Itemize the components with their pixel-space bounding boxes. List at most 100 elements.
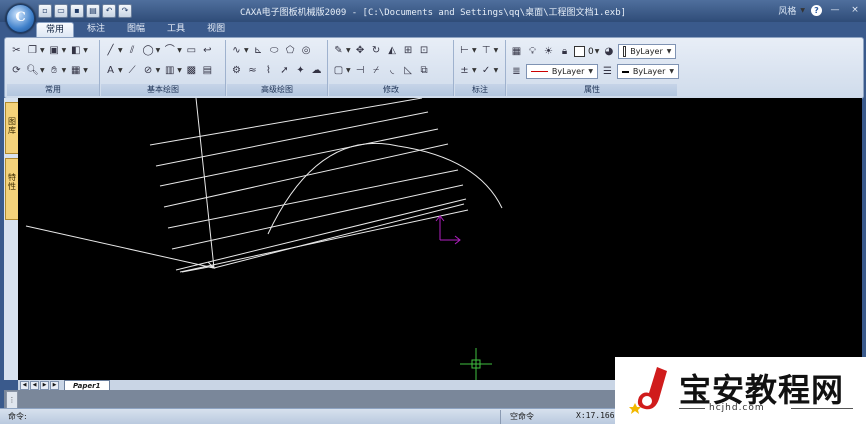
circle-icon[interactable]: ◯ (142, 44, 155, 57)
mirror-icon[interactable]: ◭ (386, 44, 399, 57)
side-tab-library[interactable]: 图库 (5, 102, 19, 154)
point-icon[interactable]: ✦ (294, 64, 307, 77)
app-menu-button[interactable]: C (6, 4, 35, 33)
first-sheet-button[interactable]: ◀ (20, 381, 29, 390)
watermark-rule-left (679, 408, 705, 409)
group-label-properties: 属性 (507, 84, 677, 96)
parallel-icon[interactable]: ⫽ (126, 44, 139, 57)
move-icon[interactable]: ✥ (354, 44, 367, 57)
hatch-icon[interactable]: ⊘ (142, 64, 155, 77)
tab-annotate[interactable]: 标注 (78, 22, 114, 37)
gear-icon[interactable]: ⚙︎ (230, 64, 243, 77)
tab-tools[interactable]: 工具 (158, 22, 194, 37)
linetype-icon[interactable]: ≣ (510, 65, 523, 78)
arc-icon[interactable]: ⌒ (163, 44, 176, 57)
centerline-icon[interactable]: ⟋ (126, 64, 139, 77)
cut-icon[interactable]: ✂ (10, 44, 23, 57)
block-icon[interactable]: ▥ (163, 64, 176, 77)
hatch-line (171, 184, 464, 250)
help-icon[interactable]: ? (811, 4, 822, 16)
table-icon[interactable]: ▤ (201, 64, 214, 77)
group-common: ✂ ❐ ▼ ▣ ▼ ◧ ▼ ⟳ 🔍︎ ▼ ✋︎ ▼ ▦ ▼ 常用 (7, 40, 100, 96)
watermark-url: hcjhd.com (709, 403, 765, 413)
tab-view[interactable]: 视图 (198, 22, 234, 37)
zoom-icon[interactable]: 🔍︎ (26, 64, 39, 77)
style-menu[interactable]: 风格 (778, 4, 796, 17)
text-icon[interactable]: A (104, 64, 117, 77)
group-label-modify: 修改 (329, 84, 453, 96)
leader-icon[interactable]: ⊤ (480, 44, 493, 57)
scale-icon[interactable]: ⊡ (418, 44, 431, 57)
break-icon[interactable]: ⌇ (262, 64, 275, 77)
properties-icon[interactable]: ▦ (69, 64, 82, 77)
line-icon[interactable]: ╱ (104, 44, 117, 57)
tab-sheet[interactable]: 图幅 (118, 22, 154, 37)
drawing-canvas[interactable] (18, 98, 862, 380)
pan-icon[interactable]: ✋︎ (48, 64, 61, 77)
group-modify: ✎ ▼ ✥ ↻ ◭ ⊞ ⊡ ▢ ▼ ⊣ ⌿ ◟ ◺ ⧉ 修改 (329, 40, 454, 96)
ring-icon[interactable]: ◎ (300, 44, 313, 57)
last-sheet-button[interactable]: ▶ (50, 381, 59, 390)
array-icon[interactable]: ⊞ (402, 44, 415, 57)
ellipse-icon[interactable]: ⬭ (268, 44, 281, 57)
vertical-line (195, 98, 215, 269)
command-prompt[interactable]: 命令: (8, 411, 27, 422)
status-divider (500, 410, 501, 424)
close-button[interactable]: × (848, 3, 862, 17)
linear-dimension-icon[interactable]: ⊢ (458, 44, 471, 57)
color-combo[interactable]: ByLayer ▼ (618, 44, 677, 59)
hatch-line (167, 169, 459, 229)
spline-icon[interactable]: ∿ (230, 44, 243, 57)
paste-icon[interactable]: ▣ (48, 44, 61, 57)
window-title: CAXA电子图板机械版2009 - [C:\Documents and Sett… (239, 8, 627, 18)
cloud-icon[interactable]: ☁︎ (310, 64, 323, 77)
lineweight-icon[interactable]: ☰ (601, 65, 614, 78)
erase-icon[interactable]: ✎ (332, 44, 345, 57)
lineweight-value: ByLayer (632, 67, 666, 76)
chevron-down-icon[interactable]: ▼ (800, 7, 805, 14)
tab-common[interactable]: 常用 (36, 22, 75, 38)
linetype-combo[interactable]: ByLayer ▼ (526, 64, 598, 79)
title-controls: 风格 ▼ ? — × (778, 3, 862, 17)
arrow-icon[interactable]: ➚ (278, 64, 291, 77)
color-wheel-icon[interactable]: ◕ (602, 45, 615, 58)
minimize-button[interactable]: — (828, 3, 842, 17)
ribbon-panel: ✂ ❐ ▼ ▣ ▼ ◧ ▼ ⟳ 🔍︎ ▼ ✋︎ ▼ ▦ ▼ 常用 ╱ ▼ ⫽ ◯ ▼ ⌒ ▼ ▭ … (4, 37, 864, 99)
prev-sheet-button[interactable]: ◀ (30, 381, 39, 390)
layer-manager-icon[interactable]: ▦ (510, 45, 523, 58)
polygon-icon[interactable]: ⬠ (284, 44, 297, 57)
chamfer-icon[interactable]: ◺ (402, 64, 415, 77)
sun-icon[interactable]: ☀︎ (542, 45, 555, 58)
chevron-down-icon: ▼ (588, 68, 593, 75)
clone-icon[interactable]: ◧ (69, 44, 82, 57)
roughness-icon[interactable]: ✓ (480, 64, 493, 77)
bulb-icon[interactable]: 💡︎ (526, 45, 539, 58)
color-swatch (623, 46, 627, 57)
trim-icon[interactable]: ▢ (332, 64, 345, 77)
image-icon[interactable]: ▩ (185, 64, 198, 77)
lock-icon[interactable]: 🔒︎ (558, 45, 571, 58)
ucs-icon (435, 215, 461, 245)
rectangle-icon[interactable]: ▭ (185, 44, 198, 57)
wave-icon[interactable]: ≈ (246, 64, 259, 77)
redraw-icon[interactable]: ⟳ (10, 64, 23, 77)
next-sheet-button[interactable]: ▶ (40, 381, 49, 390)
polyline-icon[interactable]: ↩ (201, 44, 214, 57)
lineweight-combo[interactable]: ByLayer ▼ (617, 64, 679, 79)
dimension-icon[interactable]: ⊾ (252, 44, 265, 57)
app-window: ▫ ▭ ▪ ▤ ↶ ↷ CAXA电子图板机械版2009 - [C:\Docume… (0, 0, 866, 424)
rotate-icon[interactable]: ↻ (370, 44, 383, 57)
watermark-logo (629, 367, 667, 414)
break-line-icon[interactable]: ⌿ (370, 64, 383, 77)
copy-icon[interactable]: ❐ (26, 44, 39, 57)
lineweight-preview (622, 70, 629, 73)
explode-icon[interactable]: ⧉ (418, 64, 431, 77)
command-grip[interactable]: ⋮ (6, 391, 18, 409)
extend-icon[interactable]: ⊣ (354, 64, 367, 77)
watermark: 宝安教程网 hcjhd.com (615, 357, 866, 424)
drawing-geometry (25, 98, 503, 273)
layer-color-swatch (574, 46, 585, 57)
side-tab-properties[interactable]: 特性 (5, 158, 19, 220)
fillet-icon[interactable]: ◟ (386, 64, 399, 77)
tolerance-icon[interactable]: ± (458, 64, 471, 77)
